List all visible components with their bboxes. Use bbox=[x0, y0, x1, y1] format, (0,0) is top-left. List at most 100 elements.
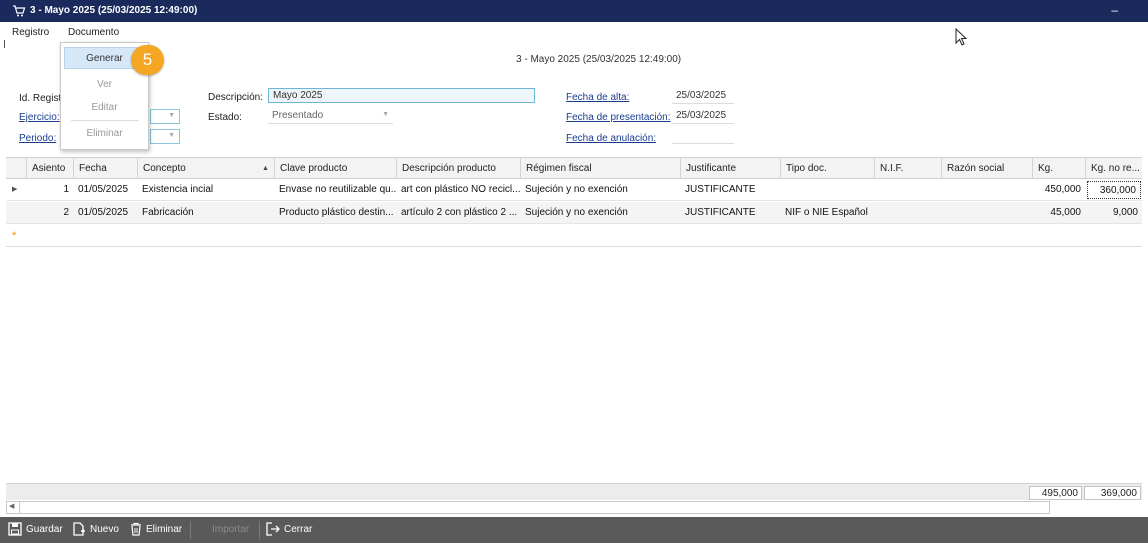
save-icon bbox=[8, 522, 22, 537]
cell-descripcion-producto[interactable]: art con plástico NO recicl... bbox=[396, 179, 520, 201]
chevron-down-icon: ▼ bbox=[168, 112, 175, 119]
descripcion-field[interactable]: Mayo 2025 bbox=[268, 88, 535, 103]
col-kg-no-re[interactable]: Kg. no re... bbox=[1085, 158, 1142, 180]
new-document-icon bbox=[73, 522, 85, 537]
fecha-presentacion-field[interactable]: 25/03/2025 bbox=[672, 109, 734, 124]
table-row[interactable]: ▶ 1 01/05/2025 Existencia incial Envase … bbox=[6, 179, 1142, 201]
row-selector-header bbox=[6, 158, 26, 180]
records-grid: Asiento Fecha Concepto ▲ Clave producto … bbox=[6, 157, 1142, 248]
menu-item-eliminar[interactable]: Eliminar bbox=[61, 128, 148, 139]
cerrar-button[interactable]: Cerrar bbox=[266, 517, 312, 543]
cell-concepto[interactable]: Fabricación bbox=[137, 202, 274, 224]
exit-icon bbox=[266, 522, 280, 537]
periodo-label[interactable]: Periodo: bbox=[19, 133, 56, 144]
col-justificante[interactable]: Justificante bbox=[680, 158, 780, 180]
horizontal-scrollbar[interactable]: ◀ bbox=[6, 501, 1050, 514]
table-row[interactable]: 2 01/05/2025 Fabricación Producto plásti… bbox=[6, 202, 1142, 224]
toolbar-separator bbox=[190, 521, 191, 539]
col-descripcion-producto[interactable]: Descripción producto bbox=[396, 158, 520, 180]
importar-label: Importar bbox=[212, 524, 250, 535]
eliminar-label: Eliminar bbox=[146, 524, 183, 535]
periodo-select[interactable]: ▼ bbox=[150, 129, 180, 144]
fecha-alta-field[interactable]: 25/03/2025 bbox=[672, 89, 734, 104]
menu-documento[interactable]: Documento bbox=[66, 24, 121, 42]
menu-bar: Registro Documento bbox=[0, 22, 1148, 42]
col-concepto[interactable]: Concepto bbox=[137, 158, 257, 180]
cell-razon-social[interactable] bbox=[941, 179, 1032, 201]
fecha-presentacion-label[interactable]: Fecha de presentación: bbox=[566, 112, 671, 123]
menu-item-editar[interactable]: Editar bbox=[61, 102, 148, 113]
cell-fecha[interactable]: 01/05/2025 bbox=[73, 179, 137, 201]
cell-fecha[interactable]: 01/05/2025 bbox=[73, 202, 137, 224]
cell-justificante[interactable]: JUSTIFICANTE bbox=[680, 179, 780, 201]
cell-regimen-fiscal[interactable]: Sujeción y no exención bbox=[520, 179, 680, 201]
cell-razon-social[interactable] bbox=[941, 202, 1032, 224]
scrollbar-divider bbox=[19, 502, 20, 513]
cell-justificante[interactable]: JUSTIFICANTE bbox=[680, 202, 780, 224]
cell-clave-producto[interactable]: Envase no reutilizable qu... bbox=[274, 179, 396, 201]
col-razon-social[interactable]: Razón social bbox=[941, 158, 1032, 180]
fecha-anulacion-label[interactable]: Fecha de anulación: bbox=[566, 133, 656, 144]
cell-concepto[interactable]: Existencia incial bbox=[137, 179, 274, 201]
cart-icon bbox=[13, 5, 26, 17]
col-asiento[interactable]: Asiento bbox=[26, 158, 73, 180]
cell-asiento[interactable]: 1 bbox=[26, 179, 73, 201]
window-edge bbox=[4, 40, 5, 48]
descripcion-label: Descripción: bbox=[208, 92, 264, 103]
estado-label: Estado: bbox=[208, 112, 242, 123]
chevron-down-icon: ▼ bbox=[168, 132, 175, 139]
cell-clave-producto[interactable]: Producto plástico destin... bbox=[274, 202, 396, 224]
cerrar-label: Cerrar bbox=[284, 524, 313, 535]
cell-kg-no-re[interactable]: 360,000 bbox=[1087, 181, 1141, 199]
mouse-cursor-icon bbox=[955, 28, 968, 46]
nuevo-label: Nuevo bbox=[90, 524, 119, 535]
col-regimen-fiscal[interactable]: Régimen fiscal bbox=[520, 158, 680, 180]
cell-kg[interactable]: 450,000 bbox=[1032, 179, 1085, 201]
col-kg[interactable]: Kg. bbox=[1032, 158, 1085, 180]
trash-icon bbox=[131, 523, 141, 536]
bottom-toolbar: Guardar Nuevo Eliminar Importar Cerrar bbox=[0, 517, 1148, 543]
menu-registro[interactable]: Registro bbox=[12, 27, 49, 38]
new-row[interactable]: * bbox=[6, 225, 1142, 247]
new-row-star-icon: * bbox=[12, 230, 17, 242]
guardar-label: Guardar bbox=[26, 524, 63, 535]
fecha-anulacion-field[interactable] bbox=[672, 129, 734, 144]
estado-value: Presentado bbox=[272, 110, 324, 121]
cell-kg-no-re[interactable]: 9,000 bbox=[1085, 202, 1142, 224]
fecha-alta-label[interactable]: Fecha de alta: bbox=[566, 92, 629, 103]
toolbar-separator bbox=[259, 521, 260, 539]
col-tipo-doc[interactable]: Tipo doc. bbox=[780, 158, 874, 180]
estado-select[interactable]: Presentado ▼ bbox=[268, 109, 393, 124]
cell-regimen-fiscal[interactable]: Sujeción y no exención bbox=[520, 202, 680, 224]
importar-button[interactable]: Importar bbox=[200, 517, 249, 543]
chevron-down-icon: ▼ bbox=[382, 111, 389, 118]
cell-tipo-doc[interactable]: NIF o NIE Español bbox=[780, 202, 874, 224]
total-kg-no-re: 369,000 bbox=[1084, 486, 1141, 500]
eliminar-button[interactable]: Eliminar bbox=[130, 517, 182, 543]
col-fecha[interactable]: Fecha bbox=[73, 158, 137, 180]
col-nif[interactable]: N.I.F. bbox=[874, 158, 941, 180]
totals-bar: 495,000 369,000 bbox=[6, 483, 1142, 500]
menu-item-ver[interactable]: Ver bbox=[61, 79, 148, 90]
cell-asiento[interactable]: 2 bbox=[26, 202, 73, 224]
col-clave-producto[interactable]: Clave producto bbox=[274, 158, 396, 180]
cell-kg[interactable]: 45,000 bbox=[1032, 202, 1085, 224]
step-badge: 5 bbox=[131, 45, 164, 75]
ejercicio-select[interactable]: ▼ bbox=[150, 109, 180, 124]
ejercicio-label[interactable]: Ejercicio: bbox=[19, 112, 60, 123]
minimize-button[interactable]: – bbox=[1111, 3, 1118, 17]
cell-tipo-doc[interactable] bbox=[780, 179, 874, 201]
sort-ascending-icon: ▲ bbox=[262, 165, 269, 172]
menu-separator bbox=[71, 120, 139, 121]
window-title: 3 - Mayo 2025 (25/03/2025 12:49:00) bbox=[30, 5, 198, 16]
cell-nif[interactable] bbox=[874, 179, 941, 201]
id-registro-label: Id. Regist bbox=[19, 93, 62, 104]
cell-nif[interactable] bbox=[874, 202, 941, 224]
scroll-left-icon[interactable]: ◀ bbox=[9, 502, 14, 510]
cell-descripcion-producto[interactable]: artículo 2 con plástico 2 ... bbox=[396, 202, 520, 224]
nuevo-button[interactable]: Nuevo bbox=[72, 517, 119, 543]
current-row-indicator-icon: ▶ bbox=[12, 186, 18, 193]
form-title: 3 - Mayo 2025 (25/03/2025 12:49:00) bbox=[516, 54, 682, 65]
guardar-button[interactable]: Guardar bbox=[8, 517, 63, 543]
grid-header: Asiento Fecha Concepto ▲ Clave producto … bbox=[6, 157, 1142, 180]
